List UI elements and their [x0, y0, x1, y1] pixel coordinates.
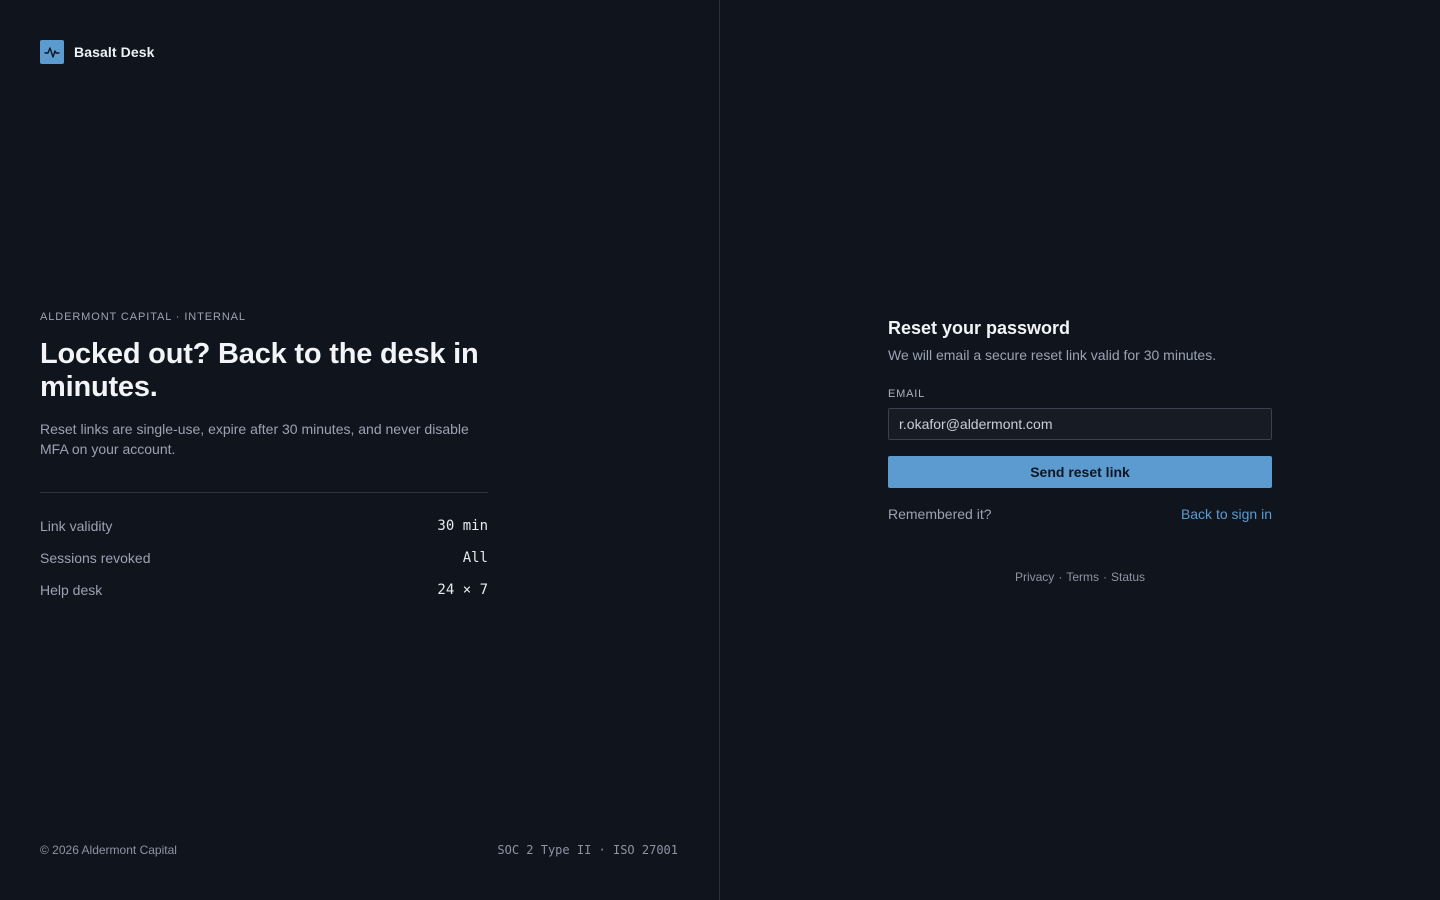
copyright: © 2026 Aldermont Capital [40, 843, 177, 857]
send-reset-link-button[interactable]: Send reset link [888, 456, 1272, 488]
brand[interactable]: Basalt Desk [40, 40, 154, 64]
privacy-link[interactable]: Privacy [1015, 570, 1054, 584]
back-to-sign-in-row: Remembered it? Back to sign in [888, 506, 1272, 522]
stat-label: Help desk [40, 582, 103, 598]
password-reset-page: Basalt Desk ALDERMONT CAPITAL · INTERNAL… [0, 0, 1440, 900]
brand-name: Basalt Desk [74, 44, 155, 60]
form-title: Reset your password [888, 318, 1071, 338]
hero: ALDERMONT CAPITAL · INTERNAL Locked out?… [40, 311, 488, 606]
stats-list: Link validity 30 min Sessions revoked Al… [40, 510, 488, 606]
stat-label: Link validity [40, 518, 113, 534]
email-label: EMAIL [888, 388, 926, 400]
info-panel: Basalt Desk ALDERMONT CAPITAL · INTERNAL… [0, 0, 720, 900]
divider [40, 492, 488, 493]
eyebrow: ALDERMONT CAPITAL · INTERNAL [40, 311, 246, 323]
stat-label: Sessions revoked [40, 550, 151, 566]
compliance-badges: SOC 2 Type II · ISO 27001 [497, 843, 678, 857]
stat-value: All [462, 550, 488, 566]
status-link[interactable]: Status [1111, 570, 1145, 584]
stat-value: 30 min [437, 518, 488, 534]
stat-value: 24 × 7 [437, 582, 488, 598]
back-to-sign-in-link[interactable]: Back to sign in [1181, 506, 1272, 522]
terms-link[interactable]: Terms [1066, 570, 1099, 584]
hero-description: Reset links are single-use, expire after… [40, 421, 469, 457]
form-panel: Reset your password We will email a secu… [720, 0, 1440, 900]
activity-pulse-icon [40, 40, 64, 64]
separator: · [1058, 570, 1063, 584]
remembered-text: Remembered it? [888, 506, 992, 522]
legal-links: Privacy · Terms · Status [888, 570, 1272, 584]
stat-row-link-validity: Link validity 30 min [40, 510, 488, 542]
reset-form: Reset your password We will email a secu… [888, 316, 1272, 584]
stat-row-sessions-revoked: Sessions revoked All [40, 542, 488, 574]
separator: · [1102, 570, 1107, 584]
stat-row-help-desk: Help desk 24 × 7 [40, 574, 488, 606]
left-footer: © 2026 Aldermont Capital SOC 2 Type II ·… [40, 843, 678, 857]
form-subtitle: We will email a secure reset link valid … [888, 347, 1217, 363]
page-headline: Locked out? Back to the desk in minutes. [40, 338, 479, 403]
email-field[interactable] [888, 408, 1272, 440]
